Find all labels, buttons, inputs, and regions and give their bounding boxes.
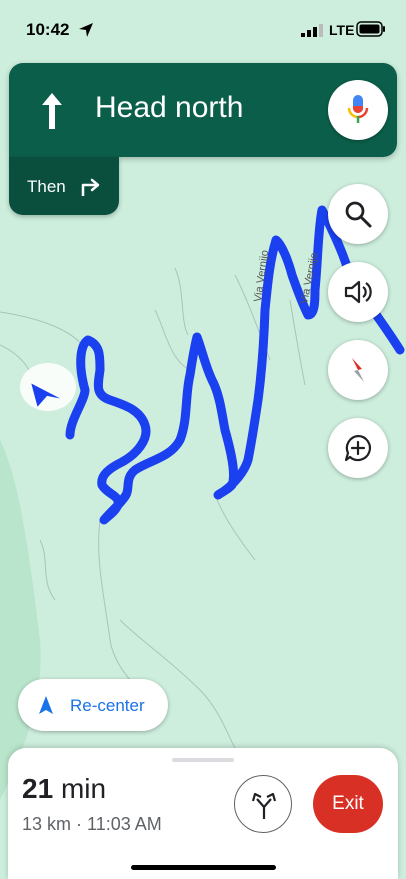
- signal-icon: [301, 24, 323, 37]
- voice-search-button[interactable]: [328, 80, 388, 140]
- fork-route-icon: [251, 792, 277, 819]
- sound-button[interactable]: [328, 262, 388, 322]
- search-icon: [345, 201, 372, 228]
- compass-button[interactable]: [328, 340, 388, 400]
- next-step-banner[interactable]: Then: [9, 157, 119, 215]
- navigation-banner[interactable]: Head north: [9, 63, 397, 157]
- current-location-marker: [20, 362, 76, 412]
- trip-details: 13 km · 11:03 AM: [22, 814, 162, 834]
- location-arrow-icon: [79, 23, 93, 37]
- search-along-route-button[interactable]: [328, 184, 388, 244]
- nav-instruction: Head north: [95, 91, 244, 124]
- duration-value: 21: [22, 773, 54, 804]
- status-bar: 10:42 LTE: [0, 0, 406, 60]
- recenter-button[interactable]: Re-center: [18, 679, 168, 731]
- microphone-icon: [347, 95, 369, 123]
- home-indicator: [131, 865, 276, 870]
- battery-icon: [356, 21, 385, 37]
- alternate-routes-button[interactable]: [234, 775, 292, 833]
- volume-icon: [344, 280, 372, 304]
- add-report-icon: [344, 434, 372, 462]
- add-report-button[interactable]: [328, 418, 388, 478]
- arrow-up-icon: [42, 93, 62, 129]
- exit-button[interactable]: Exit: [313, 775, 383, 833]
- compass-icon: [352, 358, 364, 382]
- sheet-handle[interactable]: [172, 758, 234, 762]
- then-label: Then: [27, 177, 66, 196]
- recenter-label: Re-center: [70, 696, 145, 715]
- duration-unit: min: [60, 773, 107, 804]
- network-type: LTE: [329, 22, 355, 38]
- status-time: 10:42: [26, 20, 70, 39]
- trip-duration: 21 min: [22, 773, 106, 805]
- trip-summary-sheet[interactable]: 21 min 13 km · 11:03 AM Exit: [8, 748, 398, 879]
- turn-right-icon: [81, 178, 100, 196]
- navigation-arrow-icon: [39, 696, 53, 714]
